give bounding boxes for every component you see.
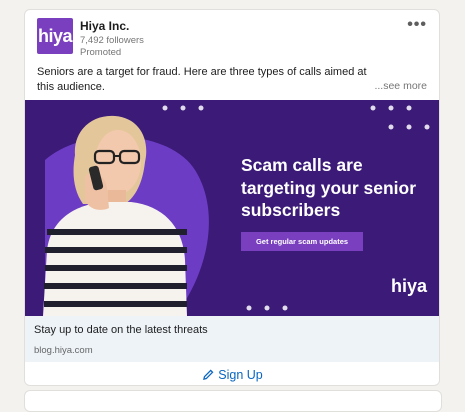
see-more-link[interactable]: ...see more	[374, 80, 427, 92]
scam-updates-cta-button[interactable]: Get regular scam updates	[241, 232, 363, 251]
promoted-label: Promoted	[80, 47, 122, 58]
hiya-logo: hiya	[391, 276, 428, 296]
ad-image[interactable]: Scam calls are targeting your senior sub…	[25, 100, 439, 316]
sponsored-post-card: hiya Hiya Inc. 7,492 followers Promoted …	[24, 9, 440, 386]
link-preview[interactable]: Stay up to date on the latest threats bl…	[25, 316, 439, 362]
post-text: Seniors are a target for fraud. Here are…	[37, 66, 367, 93]
company-logo[interactable]: hiya	[37, 18, 73, 54]
pencil-icon	[203, 369, 214, 380]
follower-count: 7,492 followers	[80, 35, 144, 46]
company-name[interactable]: Hiya Inc.	[80, 19, 129, 33]
sign-up-button[interactable]: Sign Up	[25, 362, 439, 385]
ad-headline: Scam calls are targeting your senior sub…	[241, 155, 417, 220]
link-url: blog.hiya.com	[34, 345, 93, 356]
link-title[interactable]: Stay up to date on the latest threats	[34, 324, 208, 336]
next-feed-card	[24, 390, 442, 412]
sign-up-label: Sign Up	[218, 367, 263, 382]
more-options-icon[interactable]: •••	[407, 16, 427, 34]
